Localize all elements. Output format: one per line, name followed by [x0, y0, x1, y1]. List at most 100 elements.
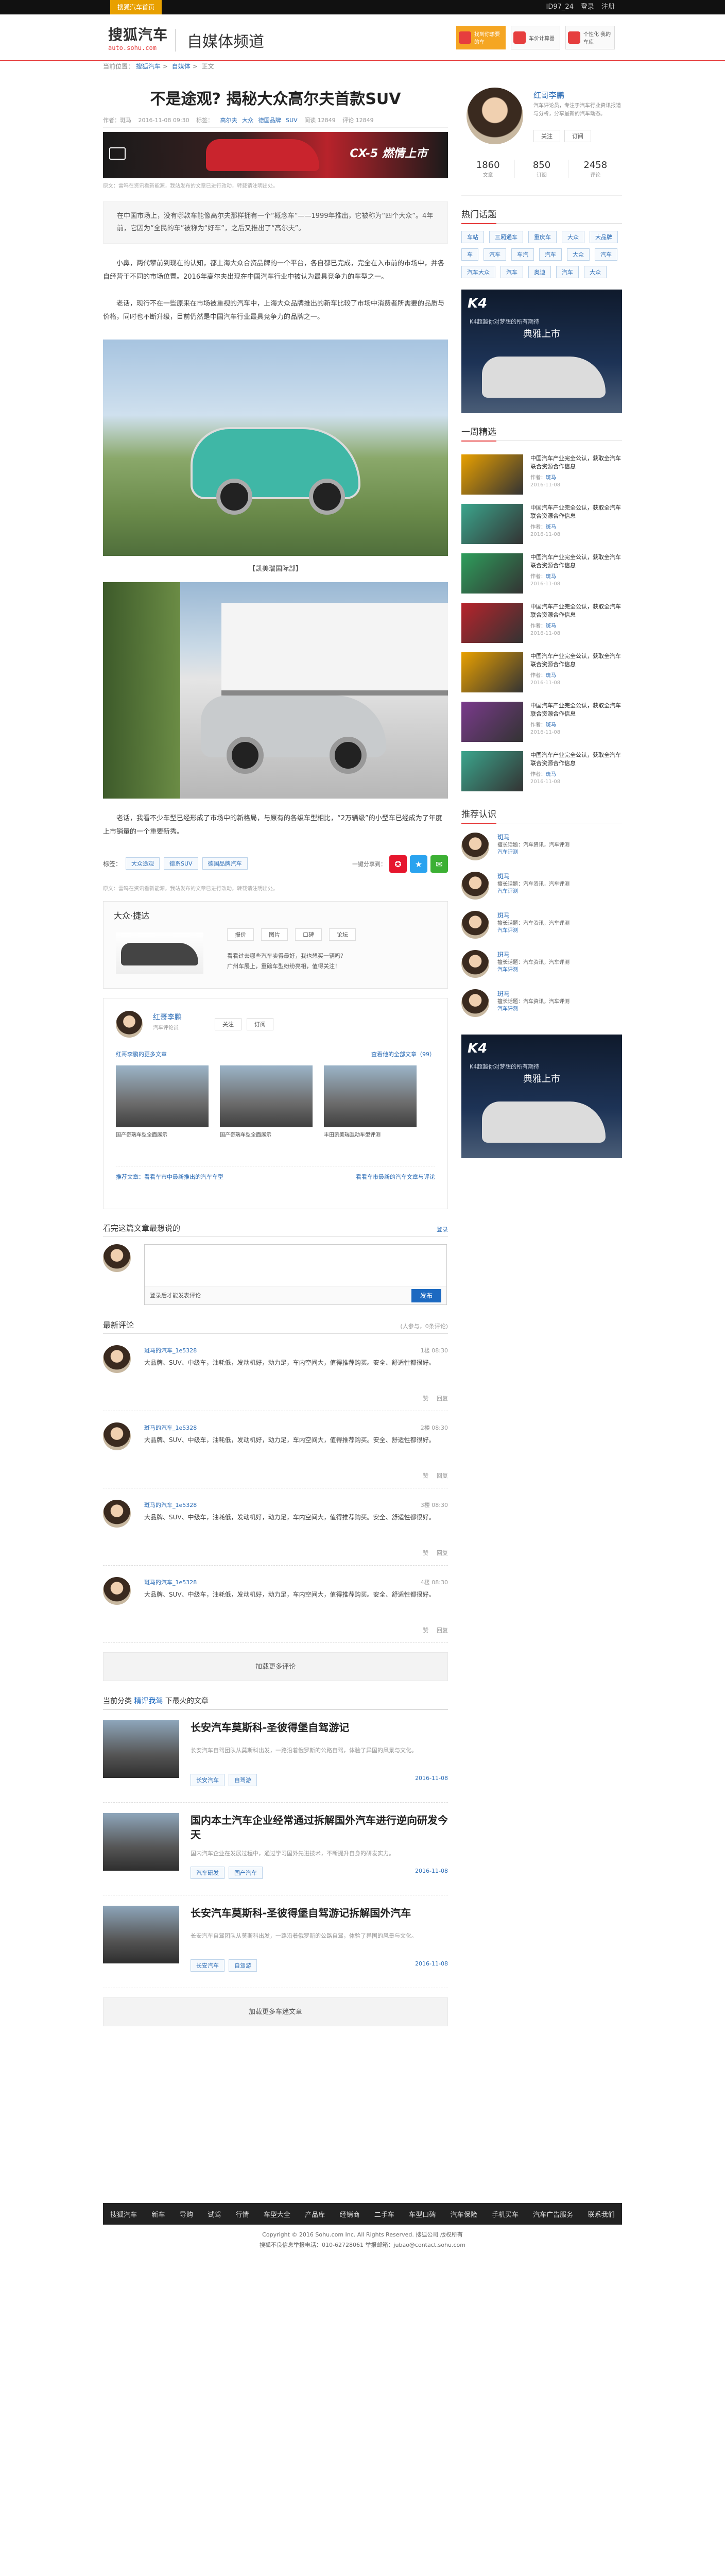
author-all-link[interactable]: 查看他的全部文章（99）	[371, 1050, 435, 1058]
car-model-image[interactable]	[116, 933, 203, 974]
week-pick-item[interactable]: 中国汽车产业完全公认，获取全汽车联合资源合作信息 作者：斑马 2016-11-08	[461, 697, 622, 746]
hot-tag[interactable]: 汽车	[556, 266, 579, 278]
week-pick-title[interactable]: 中国汽车产业完全公认，获取全汽车联合资源合作信息	[530, 702, 622, 718]
hot-tag[interactable]: 汽车大众	[461, 266, 495, 278]
footer-nav-link[interactable]: 手机买车	[492, 2209, 519, 2219]
commenter-name[interactable]: 斑马的汽车_1e5328	[144, 1578, 197, 1586]
author-more-link[interactable]: 红哥李鹏的更多文章	[116, 1050, 167, 1058]
hot-tag[interactable]: 车	[461, 248, 478, 261]
gallery-button[interactable]: 图片	[261, 928, 288, 941]
qzone-share-icon[interactable]: ★	[410, 855, 427, 873]
recommend-link[interactable]: 看看车市最新的汽车文章与评论	[356, 1173, 435, 1182]
kia-k4-ad-2[interactable]: K4 K4超越你对梦想的所有期待 典雅上市	[461, 1035, 622, 1158]
hot-tag[interactable]: 汽车	[484, 248, 506, 261]
wechat-share-icon[interactable]: ✉	[430, 855, 448, 873]
commenter-name[interactable]: 斑马的汽车_1e5328	[144, 1346, 197, 1354]
week-pick-image[interactable]	[461, 702, 523, 742]
commenter-avatar[interactable]	[103, 1500, 131, 1528]
load-more-articles-button[interactable]: 加载更多车迷文章	[103, 1997, 448, 2026]
tag-link[interactable]: 自驾游	[229, 1959, 257, 1972]
tag-link[interactable]: 长安汽车	[191, 1774, 225, 1786]
hot-tag[interactable]: 重庆车	[528, 231, 557, 243]
news-link[interactable]: 广州车展上，重磅车型纷纷亮相，值得关注！	[227, 961, 346, 972]
header-ad-calculator[interactable]: 车价计算器	[511, 26, 560, 49]
review-button[interactable]: 口碑	[295, 928, 322, 941]
site-logo[interactable]: 搜狐汽车 auto.sohu.com	[108, 24, 168, 52]
breadcrumb-media[interactable]: 自媒体	[172, 63, 191, 70]
week-pick-image[interactable]	[461, 454, 523, 495]
footer-nav-link[interactable]: 行情	[236, 2209, 249, 2219]
meta-tag[interactable]: 高尔夫	[220, 117, 237, 124]
price-button[interactable]: 报价	[227, 928, 254, 941]
footer-nav-link[interactable]: 汽车广告服务	[533, 2209, 573, 2219]
related-article-image[interactable]	[103, 1720, 179, 1778]
tag-link[interactable]: 长安汽车	[191, 1959, 225, 1972]
meta-tag[interactable]: SUV	[286, 117, 298, 124]
week-pick-title[interactable]: 中国汽车产业完全公认，获取全汽车联合资源合作信息	[530, 652, 622, 669]
reply-button[interactable]: 回复	[437, 1471, 448, 1480]
commenter-avatar[interactable]	[103, 1422, 131, 1450]
kia-k4-ad[interactable]: K4 K4超越你对梦想的所有期待 典雅上市	[461, 290, 622, 413]
like-button[interactable]: 赞	[423, 1626, 428, 1634]
footer-nav-link[interactable]: 新车	[152, 2209, 165, 2219]
tag-link[interactable]: 国产汽车	[229, 1867, 263, 1879]
week-pick-title[interactable]: 中国汽车产业完全公认，获取全汽车联合资源合作信息	[530, 454, 622, 471]
footer-nav-link[interactable]: 联系我们	[588, 2209, 615, 2219]
week-pick-title[interactable]: 中国汽车产业完全公认，获取全汽车联合资源合作信息	[530, 553, 622, 570]
comment-send-button[interactable]: 发布	[411, 1289, 441, 1302]
sohu-auto-home-link[interactable]: 搜狐汽车首页	[110, 0, 162, 14]
hot-tag[interactable]: 车汽	[511, 248, 534, 261]
week-pick-image[interactable]	[461, 504, 523, 544]
author-avatar[interactable]	[467, 88, 523, 144]
week-pick-title[interactable]: 中国汽车产业完全公认，获取全汽车联合资源合作信息	[530, 504, 622, 520]
hot-tag[interactable]: 汽车	[500, 266, 523, 278]
footer-nav-link[interactable]: 试驾	[208, 2209, 221, 2219]
week-pick-item[interactable]: 中国汽车产业完全公认，获取全汽车联合资源合作信息 作者：斑马 2016-11-08	[461, 746, 622, 795]
meta-tag[interactable]: 大众	[242, 117, 253, 124]
commenter-avatar[interactable]	[103, 1577, 131, 1605]
author-article-card[interactable]: 国产奇瑞车型全面展示	[116, 1065, 209, 1138]
week-pick-item[interactable]: 中国汽车产业完全公认，获取全汽车联合资源合作信息 作者：斑马 2016-11-08	[461, 449, 622, 499]
hot-tag[interactable]: 汽车	[539, 248, 562, 261]
week-pick-image[interactable]	[461, 751, 523, 791]
login-link[interactable]: 登录	[581, 0, 594, 14]
stat-comments[interactable]: 2458 评论	[569, 160, 622, 178]
author-article-card[interactable]: 丰田凯美瑞混动车型评测	[324, 1065, 417, 1138]
subscribe-button[interactable]: 订阅	[247, 1018, 273, 1030]
recommend-name[interactable]: 斑马	[497, 950, 510, 959]
week-pick-item[interactable]: 中国汽车产业完全公认，获取全汽车联合资源合作信息 作者：斑马 2016-11-08	[461, 598, 622, 647]
footer-nav-link[interactable]: 车型口碑	[409, 2209, 436, 2219]
meta-tag[interactable]: 德国品牌	[258, 117, 281, 124]
hot-tag[interactable]: 大品牌	[590, 231, 618, 243]
footer-nav-link[interactable]: 汽车保险	[451, 2209, 477, 2219]
footer-nav-link[interactable]: 经销商	[340, 2209, 360, 2219]
commenter-avatar[interactable]	[103, 1345, 131, 1373]
related-article[interactable]: 长安汽车莫斯科-圣彼得堡自驾游记拆解国外汽车 长安汽车自驾团队从莫斯科出发，一路…	[103, 1895, 448, 1988]
user-id[interactable]: ID97_24	[546, 0, 574, 14]
register-link[interactable]: 注册	[601, 0, 615, 14]
week-pick-image[interactable]	[461, 603, 523, 643]
hot-tag[interactable]: 三厢通车	[489, 231, 523, 243]
like-button[interactable]: 赞	[423, 1549, 428, 1557]
week-pick-item[interactable]: 中国汽车产业完全公认，获取全汽车联合资源合作信息 作者：斑马 2016-11-08	[461, 499, 622, 548]
recommend-name[interactable]: 斑马	[497, 872, 510, 880]
tag-link[interactable]: 汽车研发	[191, 1867, 225, 1879]
stat-articles[interactable]: 1860 文章	[461, 160, 515, 178]
related-article-image[interactable]	[103, 1906, 179, 1963]
follow-button[interactable]: 关注	[215, 1018, 241, 1030]
hot-tag[interactable]: 奥迪	[528, 266, 551, 278]
recommend-name[interactable]: 斑马	[497, 911, 510, 920]
week-pick-item[interactable]: 中国汽车产业完全公认，获取全汽车联合资源合作信息 作者：斑马 2016-11-08	[461, 647, 622, 697]
hot-tag[interactable]: 汽车	[595, 248, 617, 261]
category-link[interactable]: 精评我驾	[134, 1697, 163, 1705]
recommend-name[interactable]: 斑马	[497, 989, 510, 998]
breadcrumb-sohu-auto[interactable]: 搜狐汽车	[136, 63, 161, 70]
recommend-avatar[interactable]	[461, 833, 489, 860]
mazda-ad-banner[interactable]: CX-5 燃情上市	[103, 132, 448, 178]
author-name[interactable]: 红哥李鹏	[533, 90, 564, 100]
hot-tag[interactable]: 大众	[567, 248, 590, 261]
hot-tag[interactable]: 车站	[461, 231, 484, 243]
comment-login-link[interactable]: 登录	[437, 1225, 448, 1233]
tag-link[interactable]: 德系SUV	[164, 857, 198, 870]
comment-input[interactable]: 登录后才能发表评论 发布	[144, 1244, 447, 1305]
